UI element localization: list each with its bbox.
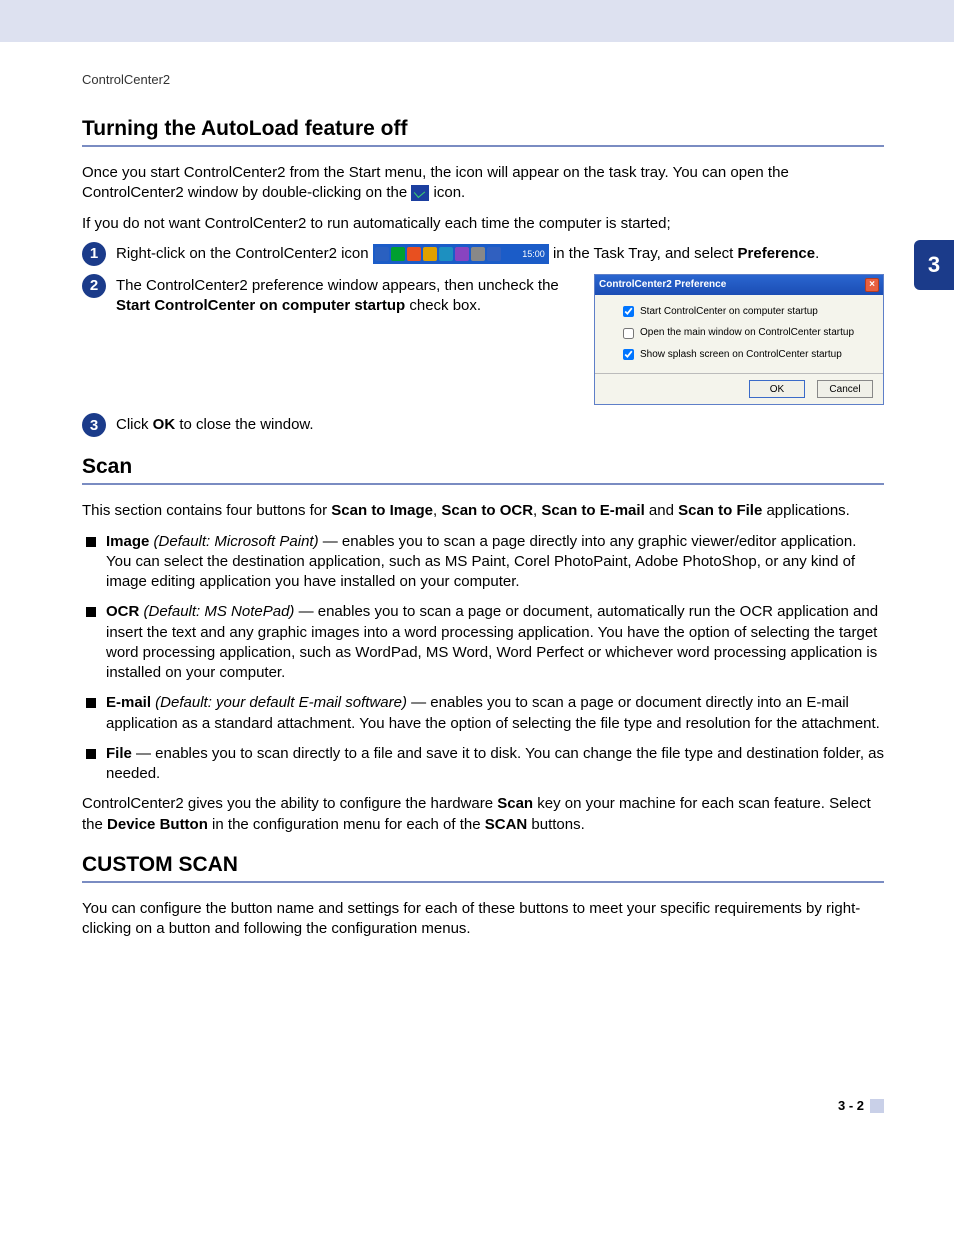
step-1: 1 Right-click on the ControlCenter2 icon…: [82, 244, 884, 266]
text: Preference: [738, 245, 816, 262]
t: Scan: [497, 795, 533, 812]
step-3: 3 Click OK to close the window.: [82, 415, 884, 437]
scan-intro: This section contains four buttons for S…: [82, 501, 884, 521]
page-number: 3 - 2: [838, 1098, 884, 1113]
ok-button[interactable]: OK: [749, 380, 805, 398]
cancel-button[interactable]: Cancel: [817, 380, 873, 398]
autoload-p1: Once you start ControlCenter2 from the S…: [82, 163, 884, 204]
tray-time: 15:00: [522, 248, 545, 260]
top-bar: [0, 0, 954, 42]
default: (Default: your default E-mail software): [151, 694, 407, 711]
custom-text: You can configure the button name and se…: [82, 899, 884, 940]
text: in the Task Tray, and select: [553, 245, 738, 262]
step-bullet-3: 3: [82, 413, 106, 437]
section-title-autoload: Turning the AutoLoad feature off: [82, 117, 884, 141]
dialog-titlebar: ControlCenter2 Preference ×: [595, 275, 883, 295]
t: This section contains four buttons for: [82, 502, 331, 519]
opt2-row[interactable]: Open the main window on ControlCenter st…: [623, 326, 873, 340]
t: Scan to E-mail: [541, 502, 644, 519]
label: File: [106, 745, 132, 762]
text: The ControlCenter2 preference window app…: [116, 277, 559, 294]
page-number-text: 3 - 2: [838, 1098, 864, 1113]
text: to close the window.: [175, 416, 313, 433]
opt1-row[interactable]: Start ControlCenter on computer startup: [623, 305, 873, 319]
chapter-tab: 3: [914, 240, 954, 290]
text: OK: [153, 416, 176, 433]
step-2: 2 The ControlCenter2 preference window a…: [82, 276, 884, 406]
opt3-checkbox[interactable]: [623, 349, 634, 360]
default: (Default: Microsoft Paint): [149, 533, 318, 550]
rule: [82, 145, 884, 147]
dialog-title: ControlCenter2 Preference: [599, 278, 726, 292]
list-item: Image (Default: Microsoft Paint) — enabl…: [82, 532, 884, 593]
t: Scan to OCR: [441, 502, 533, 519]
t: Device Button: [107, 816, 208, 833]
text: check box.: [405, 297, 481, 314]
t: applications.: [762, 502, 850, 519]
autoload-p2: If you do not want ControlCenter2 to run…: [82, 214, 884, 234]
header-label: ControlCenter2: [82, 72, 884, 87]
t: buttons.: [527, 816, 585, 833]
rule: [82, 483, 884, 485]
controlcenter-icon: [411, 185, 429, 201]
t: Scan to File: [678, 502, 762, 519]
text: icon.: [434, 184, 466, 201]
text: Click: [116, 416, 153, 433]
task-tray-icon: 15:00: [373, 244, 549, 264]
list-item: OCR (Default: MS NotePad) — enables you …: [82, 602, 884, 683]
page-content: ControlCenter2 3 Turning the AutoLoad fe…: [0, 42, 954, 1119]
label: OCR: [106, 603, 139, 620]
rule: [82, 881, 884, 883]
default: (Default: MS NotePad): [139, 603, 294, 620]
scan-footer: ControlCenter2 gives you the ability to …: [82, 794, 884, 835]
list-item: E-mail (Default: your default E-mail sof…: [82, 693, 884, 734]
section-title-custom: CUSTOM SCAN: [82, 853, 884, 877]
close-icon[interactable]: ×: [865, 278, 879, 292]
list-item: File — enables you to scan directly to a…: [82, 744, 884, 785]
label: E-mail: [106, 694, 151, 711]
text: Start ControlCenter on computer startup: [116, 297, 405, 314]
text: — enables you to scan directly to a file…: [106, 745, 884, 782]
section-title-scan: Scan: [82, 455, 884, 479]
text: .: [815, 245, 819, 262]
label: Image: [106, 533, 149, 550]
dialog-buttons: OK Cancel: [595, 373, 883, 404]
opt3-label: Show splash screen on ControlCenter star…: [640, 348, 842, 362]
opt3-row[interactable]: Show splash screen on ControlCenter star…: [623, 348, 873, 362]
t: SCAN: [485, 816, 528, 833]
scan-list: Image (Default: Microsoft Paint) — enabl…: [82, 532, 884, 785]
preference-dialog: ControlCenter2 Preference × Start Contro…: [594, 274, 884, 406]
step-bullet-2: 2: [82, 274, 106, 298]
step-bullet-1: 1: [82, 242, 106, 266]
page-num-tab-icon: [870, 1099, 884, 1113]
step-1-text: Right-click on the ControlCenter2 icon 1…: [116, 244, 884, 264]
text: Right-click on the ControlCenter2 icon: [116, 245, 373, 262]
opt1-checkbox[interactable]: [623, 306, 634, 317]
step-3-text: Click OK to close the window.: [116, 415, 884, 435]
opt1-label: Start ControlCenter on computer startup: [640, 305, 818, 319]
opt2-label: Open the main window on ControlCenter st…: [640, 326, 854, 340]
dialog-body: Start ControlCenter on computer startup …: [595, 295, 883, 374]
opt2-checkbox[interactable]: [623, 328, 634, 339]
step-2-row: The ControlCenter2 preference window app…: [116, 276, 884, 406]
t: and: [645, 502, 678, 519]
t: Scan to Image: [331, 502, 433, 519]
t: ControlCenter2 gives you the ability to …: [82, 795, 497, 812]
t: in the configuration menu for each of th…: [208, 816, 485, 833]
step-2-text: The ControlCenter2 preference window app…: [116, 276, 578, 317]
